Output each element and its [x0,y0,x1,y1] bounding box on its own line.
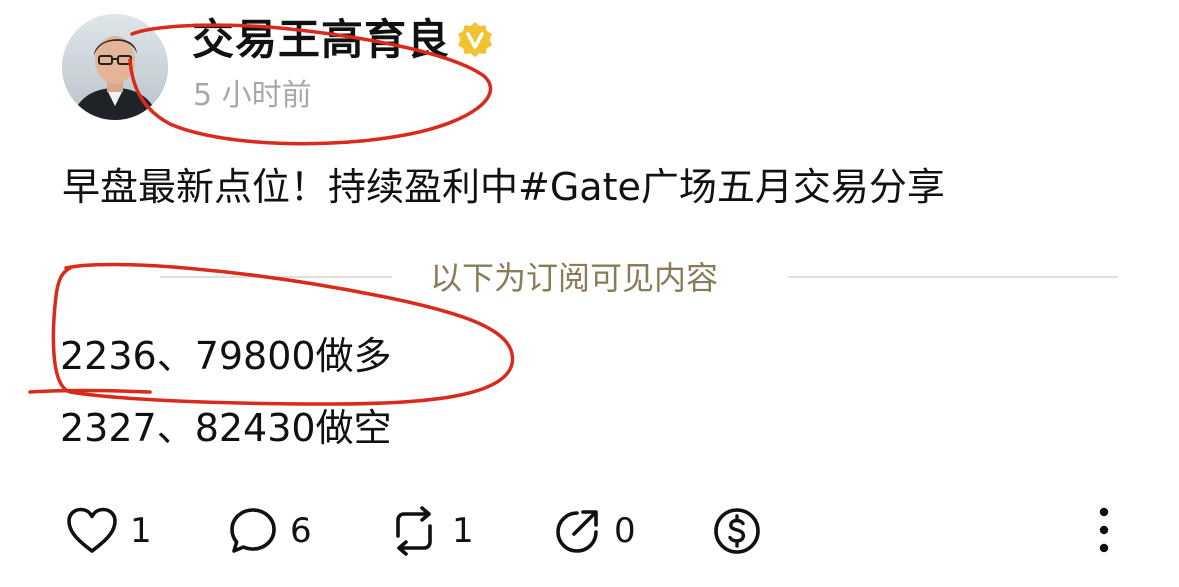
avatar[interactable] [62,14,168,120]
post-title[interactable]: 早盘最新点位！持续盈利中#Gate广场五月交易分享 [62,160,945,214]
share-icon [556,510,598,553]
comment-count: 6 [290,511,312,551]
dollar-coin-icon [714,508,760,554]
post-time: 5 小时前 [193,78,312,113]
like-count: 1 [130,511,152,551]
signal-short: 2327、82430做空 [60,406,392,450]
like-button[interactable]: 1 [66,503,152,559]
author-name[interactable]: 交易王高育良 [192,14,450,66]
divider-line-right [788,276,1118,278]
subscriber-only-label: 以下为订阅可见内容 [430,259,719,297]
share-count: 0 [614,511,636,551]
verified-badge-icon [455,20,495,60]
more-options-button[interactable] [1086,500,1122,560]
annotation-underline [28,388,152,394]
signal-long: 2236、79800做多 [60,334,392,378]
repost-button[interactable]: 1 [388,503,474,559]
comment-bubble-icon [230,508,276,553]
heart-icon [67,507,117,553]
more-vertical-icon [1099,507,1109,553]
divider-line-left [160,276,392,278]
repost-icon [396,506,432,556]
tip-button[interactable] [712,503,762,559]
share-button[interactable]: 0 [552,503,636,559]
comment-button[interactable]: 6 [228,503,312,559]
repost-count: 1 [452,511,474,551]
